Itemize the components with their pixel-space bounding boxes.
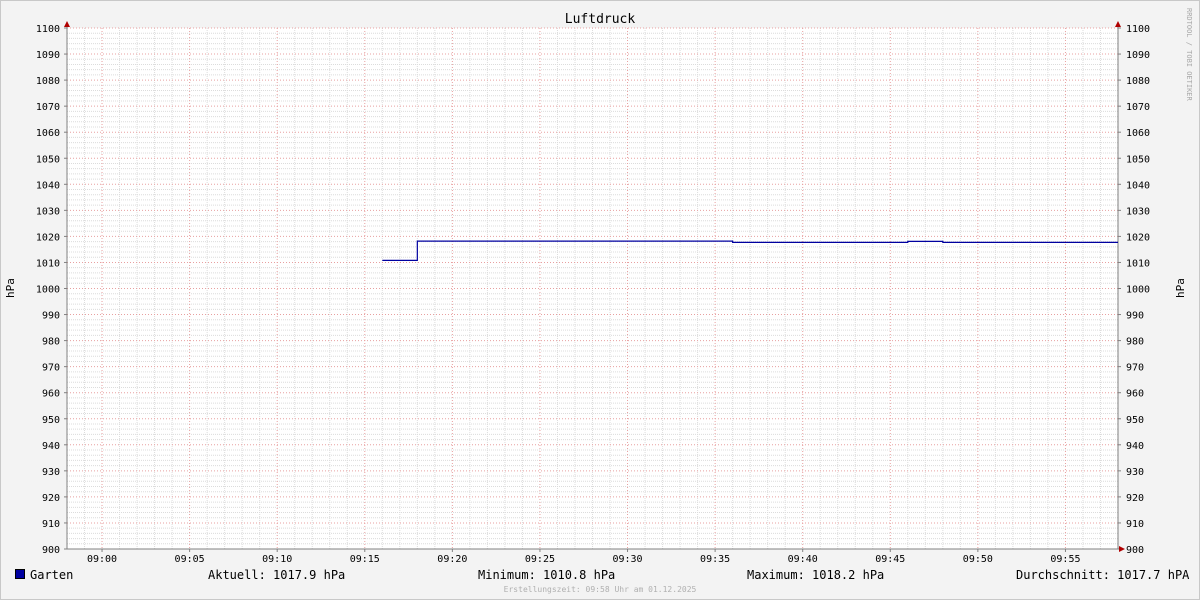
y-tick-label-left: 1100 xyxy=(36,24,60,35)
stat-minimum: Minimum: 1010.8 hPa xyxy=(478,568,616,582)
x-tick-label: 09:25 xyxy=(525,554,555,565)
y-axis-label-right: hPa xyxy=(1174,278,1187,298)
x-tick-label: 09:55 xyxy=(1050,554,1080,565)
y-tick-label-right: 1000 xyxy=(1126,285,1150,296)
x-tick-label: 09:45 xyxy=(875,554,905,565)
y-tick-labels-left: 900 910 920 930 940 950 960 970 980 990 1000 1010 10… xyxy=(36,24,60,556)
y-tick-label-right: 920 xyxy=(1126,493,1144,504)
y-tick-label-left: 980 xyxy=(42,337,60,348)
y-tick-label-left: 1090 xyxy=(36,50,60,61)
y-tick-label-left: 1030 xyxy=(36,206,60,217)
y-tick-label-right: 1030 xyxy=(1126,206,1150,217)
stat-maximum: Maximum: 1018.2 hPa xyxy=(747,568,885,582)
y-tick-label-right: 970 xyxy=(1126,363,1144,374)
y-tick-label-left: 1070 xyxy=(36,102,60,113)
y-tick-label-right: 900 xyxy=(1126,545,1144,556)
y-tick-label-left: 930 xyxy=(42,467,60,478)
creation-time-footer: Erstellungszeit: 09:58 Uhr am 01.12.2025 xyxy=(503,585,697,594)
y-tick-label-right: 960 xyxy=(1126,389,1144,400)
y-tick-label-left: 1050 xyxy=(36,154,60,165)
y-tick-label-left: 920 xyxy=(42,493,60,504)
y-tick-label-left: 1040 xyxy=(36,180,60,191)
y-tick-label-right: 1060 xyxy=(1126,128,1150,139)
legend-swatch-garten xyxy=(15,569,25,579)
x-tick-label: 09:05 xyxy=(175,554,205,565)
y-tick-label-left: 970 xyxy=(42,363,60,374)
y-tick-label-left: 900 xyxy=(42,545,60,556)
y-tick-label-right: 950 xyxy=(1126,415,1144,426)
y-tick-label-right: 1010 xyxy=(1126,258,1150,269)
y-tick-label-left: 950 xyxy=(42,415,60,426)
x-axis-arrow xyxy=(1119,546,1125,552)
y-tick-label-right: 1080 xyxy=(1126,76,1150,87)
y-tick-label-right: 1050 xyxy=(1126,154,1150,165)
y-tick-label-right: 1070 xyxy=(1126,102,1150,113)
y-tick-label-left: 1000 xyxy=(36,285,60,296)
x-tick-label: 09:35 xyxy=(700,554,730,565)
y-tick-label-left: 1080 xyxy=(36,76,60,87)
y-axis-label-left: hPa xyxy=(4,278,17,298)
stat-average: Durchschnitt: 1017.7 hPA xyxy=(1016,568,1190,582)
pressure-chart: 900 910 920 930 940 950 960 970 980 990 1000 1010 10… xyxy=(4,8,1193,565)
y-tick-label-right: 910 xyxy=(1126,519,1144,530)
x-tick-label: 09:40 xyxy=(788,554,818,565)
y-tick-label-left: 1060 xyxy=(36,128,60,139)
legend-series-name: Garten xyxy=(30,568,74,582)
y-tick-label-left: 990 xyxy=(42,311,60,322)
y-tick-label-left: 940 xyxy=(42,441,60,452)
y-tick-label-right: 940 xyxy=(1126,441,1144,452)
y-tick-labels-right: 900 910 920 930 940 950 960 970 980 990 1000 1010 10… xyxy=(1126,24,1150,556)
y-tick-label-left: 1010 xyxy=(36,258,60,269)
x-tick-label: 09:30 xyxy=(612,554,642,565)
y-tick-label-right: 1100 xyxy=(1126,24,1150,35)
watermark: RRDTOOL / TOBI OETIKER xyxy=(1185,8,1193,102)
x-tick-label: 09:15 xyxy=(350,554,380,565)
y-tick-label-right: 990 xyxy=(1126,311,1144,322)
x-tick-label: 09:20 xyxy=(437,554,467,565)
y-axis-arrow-left xyxy=(64,21,70,27)
x-tick-label: 09:50 xyxy=(963,554,993,565)
y-tick-label-right: 1090 xyxy=(1126,50,1150,61)
y-tick-label-left: 960 xyxy=(42,389,60,400)
stat-current: Aktuell: 1017.9 hPa xyxy=(208,568,346,582)
y-axis-arrow-right xyxy=(1115,21,1121,27)
x-tick-labels: 09:00 09:05 09:10 09:15 09:20 09:25 09:30 09:35… xyxy=(87,554,1081,565)
y-tick-label-right: 980 xyxy=(1126,337,1144,348)
y-tick-label-right: 1020 xyxy=(1126,232,1150,243)
y-tick-label-left: 910 xyxy=(42,519,60,530)
y-tick-label-right: 930 xyxy=(1126,467,1144,478)
chart-title: Luftdruck xyxy=(565,12,636,27)
x-tick-label: 09:10 xyxy=(262,554,292,565)
x-tick-label: 09:00 xyxy=(87,554,117,565)
legend: Garten Aktuell: 1017.9 hPa Minimum: 1010… xyxy=(0,566,1200,584)
y-tick-label-left: 1020 xyxy=(36,232,60,243)
y-tick-label-right: 1040 xyxy=(1126,180,1150,191)
